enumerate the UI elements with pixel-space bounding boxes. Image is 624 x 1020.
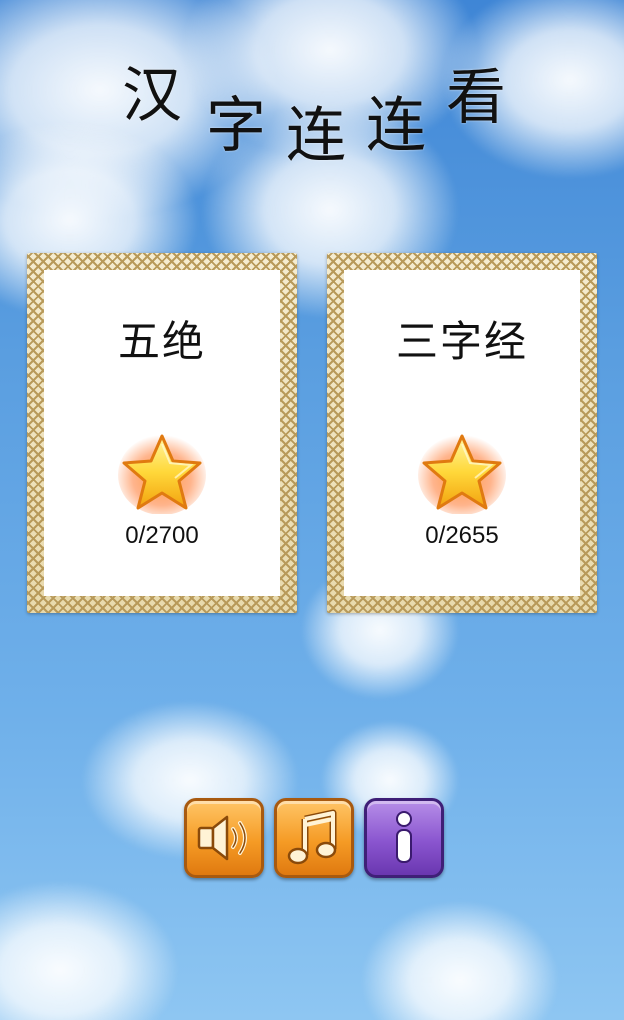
info-icon — [396, 811, 412, 863]
info-button[interactable] — [364, 798, 444, 878]
title-char: 连 — [286, 101, 346, 171]
mode-score: 0/2655 — [425, 522, 499, 549]
game-title: 汉 字 连 连 看 — [0, 0, 624, 200]
mode-score: 0/2700 — [125, 522, 199, 549]
title-char: 字 — [206, 91, 266, 161]
sound-toggle-button[interactable] — [184, 798, 264, 878]
mode-title: 三字经 — [395, 317, 528, 366]
star-icon — [117, 430, 207, 515]
title-char: 看 — [446, 63, 506, 133]
title-char: 汉 — [122, 61, 182, 131]
card-panel: 五绝 0/2700 — [44, 270, 280, 596]
music-toggle-button[interactable] — [274, 798, 354, 878]
star-icon — [417, 430, 507, 515]
mode-title: 五绝 — [117, 317, 206, 366]
card-panel: 三字经 0/2655 — [344, 270, 580, 596]
speaker-icon — [197, 815, 247, 861]
title-char: 连 — [366, 91, 426, 161]
mode-card-sanzijing[interactable]: 三字经 0/2655 — [327, 253, 597, 613]
mode-card-wujue[interactable]: 五绝 0/2700 — [27, 253, 297, 613]
music-note-icon — [287, 809, 337, 865]
